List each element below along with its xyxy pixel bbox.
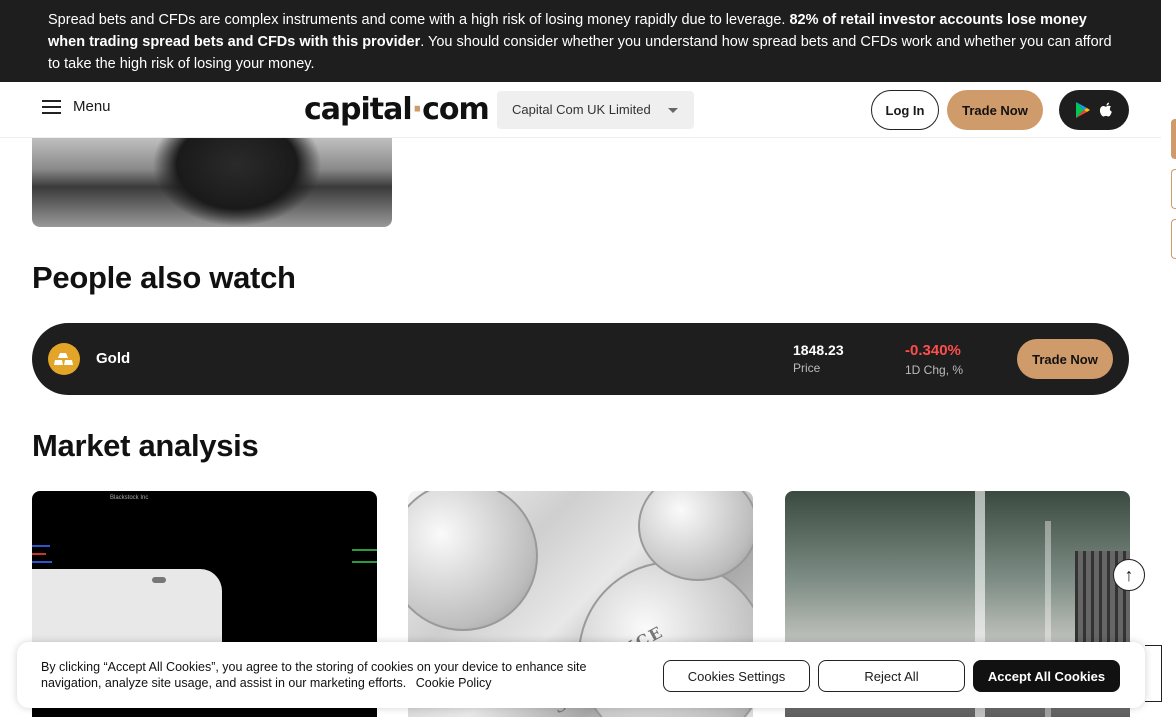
app-download-button[interactable] bbox=[1059, 90, 1129, 130]
site-header: Menu capital·com Capital Com UK Limited … bbox=[0, 82, 1161, 138]
entity-select-value: Capital Com UK Limited bbox=[512, 102, 651, 117]
article-image-partial[interactable] bbox=[32, 138, 392, 227]
card1-screen-title: Blackstock Inc bbox=[110, 495, 149, 501]
apple-icon bbox=[1099, 102, 1112, 116]
hamburger-icon bbox=[42, 99, 61, 114]
cookie-consent-bar: By clicking “Accept All Cookies”, you ag… bbox=[17, 642, 1145, 708]
price-label: Price bbox=[793, 361, 821, 375]
cookie-message: By clicking “Accept All Cookies”, you ag… bbox=[41, 660, 587, 690]
instrument-price: 1848.23 bbox=[793, 342, 844, 358]
cookie-panel-edge bbox=[1145, 645, 1162, 702]
side-tab-1[interactable] bbox=[1171, 119, 1176, 159]
people-also-watch-heading: People also watch bbox=[32, 260, 296, 295]
market-analysis-heading: Market analysis bbox=[32, 428, 259, 463]
arrow-up-icon: ↑ bbox=[1124, 564, 1134, 585]
instrument-change: -0.340% bbox=[905, 342, 961, 359]
menu-button[interactable]: Menu bbox=[42, 98, 111, 115]
cookies-settings-button[interactable]: Cookies Settings bbox=[663, 660, 810, 692]
page: Spread bets and CFDs are complex instrum… bbox=[0, 0, 1176, 717]
capital-com-logo[interactable]: capital·com bbox=[304, 92, 490, 127]
side-tab-2[interactable] bbox=[1171, 169, 1176, 209]
watchlist-row-gold[interactable]: Gold 1848.23 Price -0.340% 1D Chg, % Tra… bbox=[32, 323, 1129, 395]
trade-now-button[interactable]: Trade Now bbox=[947, 90, 1043, 130]
google-play-icon bbox=[1075, 102, 1090, 118]
login-button[interactable]: Log In bbox=[871, 90, 939, 130]
scroll-to-top-button[interactable]: ↑ bbox=[1113, 559, 1145, 591]
risk-text-1: Spread bets and CFDs are complex instrum… bbox=[48, 12, 790, 28]
risk-warning-banner: Spread bets and CFDs are complex instrum… bbox=[0, 0, 1161, 82]
instrument-name[interactable]: Gold bbox=[96, 350, 130, 367]
cookie-text: By clicking “Accept All Cookies”, you ag… bbox=[41, 659, 641, 691]
change-label: 1D Chg, % bbox=[905, 363, 964, 377]
reject-all-button[interactable]: Reject All bbox=[818, 660, 965, 692]
entity-select[interactable]: Capital Com UK Limited bbox=[497, 91, 694, 129]
cookie-policy-link[interactable]: Cookie Policy bbox=[416, 676, 492, 690]
accept-all-cookies-button[interactable]: Accept All Cookies bbox=[973, 660, 1120, 692]
image-figure bbox=[152, 138, 322, 227]
row-trade-now-button[interactable]: Trade Now bbox=[1017, 339, 1113, 379]
gold-bars-icon bbox=[48, 343, 80, 375]
menu-label: Menu bbox=[73, 98, 111, 115]
caret-down-icon bbox=[668, 108, 678, 113]
side-tab-3[interactable] bbox=[1171, 219, 1176, 259]
